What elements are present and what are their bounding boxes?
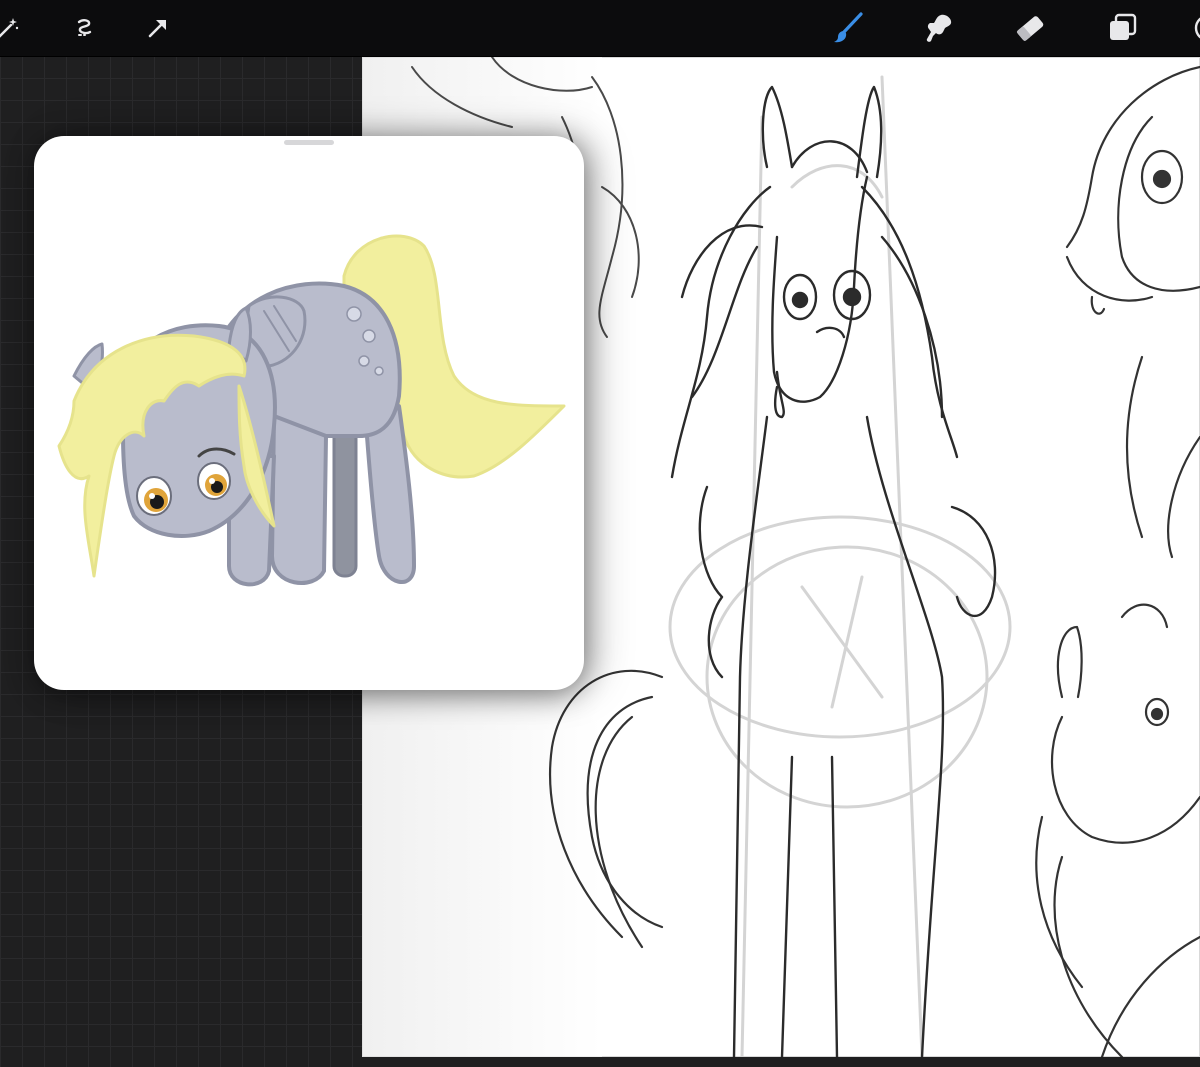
canvas-bottom-edge [362,1057,1200,1067]
magic-wand-icon [0,15,21,41]
eraser-button[interactable] [1010,8,1050,48]
transform-arrow-icon [145,15,171,41]
reference-pony-image [57,234,566,587]
brush-button[interactable] [828,8,868,48]
color-picker-button[interactable] [1188,8,1200,48]
eraser-icon [1013,11,1047,45]
adjustments-button[interactable] [0,8,28,48]
color-picker-icon [1193,13,1200,43]
top-toolbar [0,0,1200,57]
transform-button[interactable] [138,8,178,48]
reference-window[interactable] [34,136,584,690]
brush-icon [831,11,865,45]
smudge-icon [921,11,955,45]
layers-icon [1105,11,1139,45]
layers-button[interactable] [1102,8,1142,48]
smudge-button[interactable] [918,8,958,48]
selection-button[interactable] [64,8,104,48]
selection-icon [71,15,97,41]
